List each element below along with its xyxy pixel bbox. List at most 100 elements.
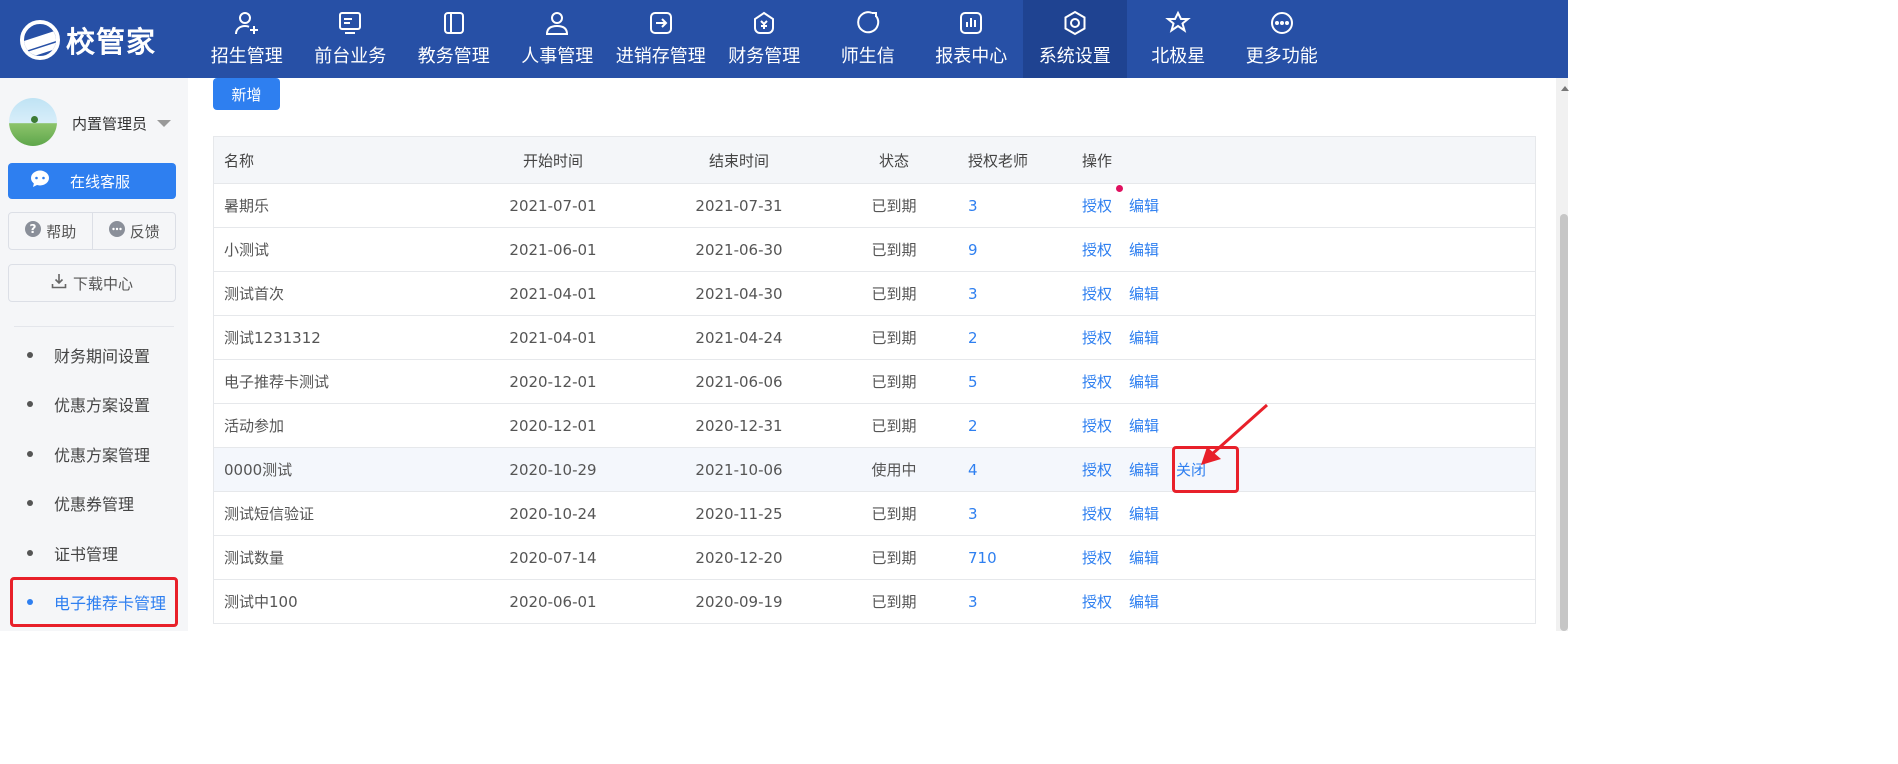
nav-label: 进销存管理 bbox=[615, 46, 706, 67]
edit-link[interactable]: 编辑 bbox=[1129, 459, 1159, 480]
avatar[interactable] bbox=[9, 98, 57, 146]
svg-text:?: ? bbox=[30, 222, 37, 236]
cell-name: 测试1231312 bbox=[224, 329, 321, 347]
nav-item-academic[interactable]: 教务管理 bbox=[402, 0, 506, 78]
new-button[interactable]: 新增 bbox=[213, 78, 280, 110]
person-add-icon bbox=[234, 10, 260, 36]
cell-start: 2020-06-01 bbox=[509, 592, 597, 611]
edit-link[interactable]: 编辑 bbox=[1129, 327, 1159, 348]
nav-item-messages[interactable]: 师生信 bbox=[816, 0, 920, 78]
settings-icon bbox=[1062, 10, 1088, 36]
menu-item-discount-setup[interactable]: 优惠方案设置 bbox=[0, 380, 188, 430]
edit-link[interactable]: 编辑 bbox=[1129, 547, 1159, 568]
cell-end: 2021-10-06 bbox=[695, 460, 783, 479]
cell-teachers-link[interactable]: 3 bbox=[956, 593, 1080, 611]
authorize-link[interactable]: 授权 bbox=[1082, 371, 1112, 392]
cell-teachers-link[interactable]: 2 bbox=[956, 329, 1080, 347]
online-support-label: 在线客服 bbox=[70, 172, 131, 191]
authorize-link[interactable]: 授权 bbox=[1082, 239, 1112, 260]
cell-teachers-link[interactable]: 2 bbox=[956, 417, 1080, 435]
cell-teachers-link[interactable]: 9 bbox=[956, 241, 1080, 259]
download-center-label: 下载中心 bbox=[72, 274, 133, 293]
cell-actions: 授权 编辑 bbox=[1080, 371, 1535, 392]
cell-status: 已到期 bbox=[871, 373, 917, 391]
authorize-link[interactable]: 授权 bbox=[1082, 327, 1112, 348]
cell-status: 使用中 bbox=[871, 461, 917, 479]
question-icon: ? bbox=[24, 220, 42, 242]
app-logo[interactable]: 校管家 bbox=[20, 18, 156, 62]
cell-teachers-link[interactable]: 3 bbox=[956, 285, 1080, 303]
cell-teachers-link[interactable]: 4 bbox=[956, 461, 1080, 479]
table-row: 电子推荐卡测试 2020-12-01 2021-06-06 已到期 5 授权 编… bbox=[214, 360, 1535, 404]
menu-item-discount-manage[interactable]: 优惠方案管理 bbox=[0, 429, 188, 479]
download-icon bbox=[51, 273, 67, 293]
scroll-up-icon[interactable] bbox=[1561, 86, 1569, 91]
cell-teachers-link[interactable]: 5 bbox=[956, 373, 1080, 391]
cell-status: 已到期 bbox=[871, 285, 917, 303]
cell-status: 已到期 bbox=[871, 329, 917, 347]
cell-end: 2021-06-30 bbox=[695, 240, 783, 259]
cell-status: 已到期 bbox=[871, 549, 917, 567]
authorize-link[interactable]: 授权 bbox=[1082, 547, 1112, 568]
annotation-arrow-icon bbox=[1201, 403, 1268, 465]
monitor-icon bbox=[337, 10, 363, 36]
book-icon bbox=[441, 10, 467, 36]
nav-item-hr[interactable]: 人事管理 bbox=[506, 0, 610, 78]
nav-label: 前台业务 bbox=[314, 46, 387, 67]
cell-actions: 授权 编辑 关闭 bbox=[1080, 459, 1535, 480]
help-button[interactable]: ? 帮助 bbox=[9, 213, 92, 249]
download-center-button[interactable]: 下载中心 bbox=[8, 264, 176, 302]
table-row: 小测试 2021-06-01 2021-06-30 已到期 9 授权 编辑 bbox=[214, 228, 1535, 272]
nav-item-inventory[interactable]: 进销存管理 bbox=[609, 0, 713, 78]
edit-link[interactable]: 编辑 bbox=[1129, 503, 1159, 524]
nav-label: 教务管理 bbox=[417, 46, 490, 67]
nav-item-enrollment[interactable]: 招生管理 bbox=[195, 0, 299, 78]
table-row: 测试中100 2020-06-01 2020-09-19 已到期 3 授权 编辑 bbox=[214, 580, 1535, 624]
nav-item-reports[interactable]: 报表中心 bbox=[920, 0, 1024, 78]
cell-start: 2021-04-01 bbox=[509, 284, 597, 303]
nav-item-more[interactable]: 更多功能 bbox=[1230, 0, 1334, 78]
feedback-button[interactable]: 反馈 bbox=[91, 213, 176, 249]
cell-actions: 授权 编辑 bbox=[1080, 591, 1535, 612]
nav-label: 招生管理 bbox=[210, 46, 283, 67]
cell-teachers-link[interactable]: 3 bbox=[956, 197, 1080, 215]
caret-down-icon[interactable] bbox=[157, 120, 171, 127]
edit-link[interactable]: 编辑 bbox=[1129, 591, 1159, 612]
logo-mark-icon bbox=[20, 20, 60, 60]
nav-item-polaris[interactable]: 北极星 bbox=[1127, 0, 1231, 78]
cell-end: 2020-12-20 bbox=[695, 548, 783, 567]
cell-start: 2021-07-01 bbox=[509, 196, 597, 215]
menu-item-certificate-manage[interactable]: 证书管理 bbox=[0, 528, 188, 578]
cell-teachers-link[interactable]: 3 bbox=[956, 505, 1080, 523]
menu-item-coupon-manage[interactable]: 优惠券管理 bbox=[0, 479, 188, 529]
cell-start: 2020-12-01 bbox=[509, 372, 597, 391]
authorize-link[interactable]: 授权 bbox=[1082, 591, 1112, 612]
money-bag-icon bbox=[751, 10, 777, 36]
edit-link[interactable]: 编辑 bbox=[1129, 239, 1159, 260]
authorize-link[interactable]: 授权 bbox=[1082, 503, 1112, 524]
authorize-link[interactable]: 授权 bbox=[1082, 195, 1112, 216]
cell-end: 2020-12-31 bbox=[695, 416, 783, 435]
edit-link[interactable]: 编辑 bbox=[1129, 195, 1159, 216]
scrollbar-thumb[interactable] bbox=[1560, 214, 1568, 631]
online-support-button[interactable]: 在线客服 bbox=[8, 163, 176, 199]
cell-name: 测试首次 bbox=[224, 285, 285, 303]
cell-status: 已到期 bbox=[871, 241, 917, 259]
edit-link[interactable]: 编辑 bbox=[1129, 371, 1159, 392]
cell-teachers-link[interactable]: 710 bbox=[956, 549, 1080, 567]
authorize-link[interactable]: 授权 bbox=[1082, 415, 1112, 436]
feedback-icon bbox=[108, 220, 126, 242]
nav-item-finance[interactable]: 财务管理 bbox=[713, 0, 817, 78]
edit-link[interactable]: 编辑 bbox=[1129, 415, 1159, 436]
main-nav: 招生管理 前台业务 教务管理 人事管理 进销存管理 财务管理 师生信 报表中心 … bbox=[195, 0, 1334, 78]
cell-end: 2020-11-25 bbox=[695, 504, 783, 523]
menu-item-finance-period[interactable]: 财务期间设置 bbox=[0, 330, 188, 380]
user-name[interactable]: 内置管理员 bbox=[72, 113, 147, 134]
authorize-link[interactable]: 授权 bbox=[1082, 283, 1112, 304]
table-row: 活动参加 2020-12-01 2020-12-31 已到期 2 授权 编辑 bbox=[214, 404, 1535, 448]
nav-item-front-desk[interactable]: 前台业务 bbox=[299, 0, 403, 78]
help-label: 帮助 bbox=[46, 222, 77, 241]
nav-item-system-settings[interactable]: 系统设置 bbox=[1023, 0, 1127, 78]
edit-link[interactable]: 编辑 bbox=[1129, 283, 1159, 304]
authorize-link[interactable]: 授权 bbox=[1082, 459, 1112, 480]
